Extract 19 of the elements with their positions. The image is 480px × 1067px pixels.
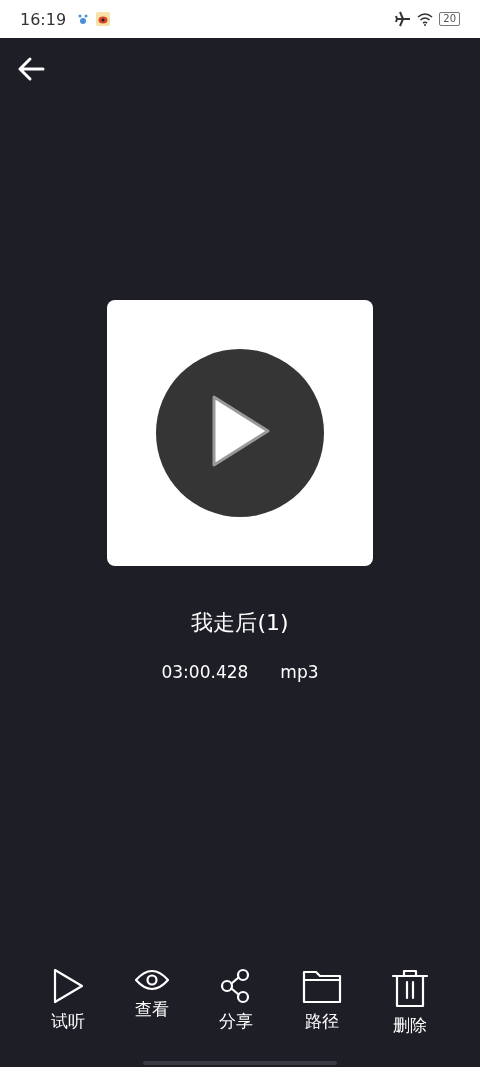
- airplane-icon: [395, 11, 412, 27]
- track-format: mp3: [280, 662, 319, 682]
- wifi-icon: [417, 12, 434, 26]
- battery-indicator: 20: [439, 12, 460, 26]
- status-time: 16:19: [20, 9, 67, 29]
- eye-icon: [133, 968, 170, 992]
- back-button[interactable]: [16, 56, 46, 82]
- action-button[interactable]: 路径: [302, 968, 343, 1037]
- play-circle-icon: [156, 349, 324, 517]
- app-icon: [96, 12, 111, 26]
- action-button[interactable]: 查看: [133, 968, 170, 1037]
- action-button[interactable]: 删除: [391, 968, 430, 1037]
- folder-icon: [302, 968, 343, 1004]
- paw-icon: [78, 13, 89, 25]
- track-title: 我走后(1): [190, 609, 290, 637]
- action-button[interactable]: 试听: [50, 968, 85, 1037]
- trash-icon: [391, 968, 430, 1008]
- action-button[interactable]: 分享: [218, 968, 253, 1037]
- track-duration: 03:00.428: [161, 662, 249, 682]
